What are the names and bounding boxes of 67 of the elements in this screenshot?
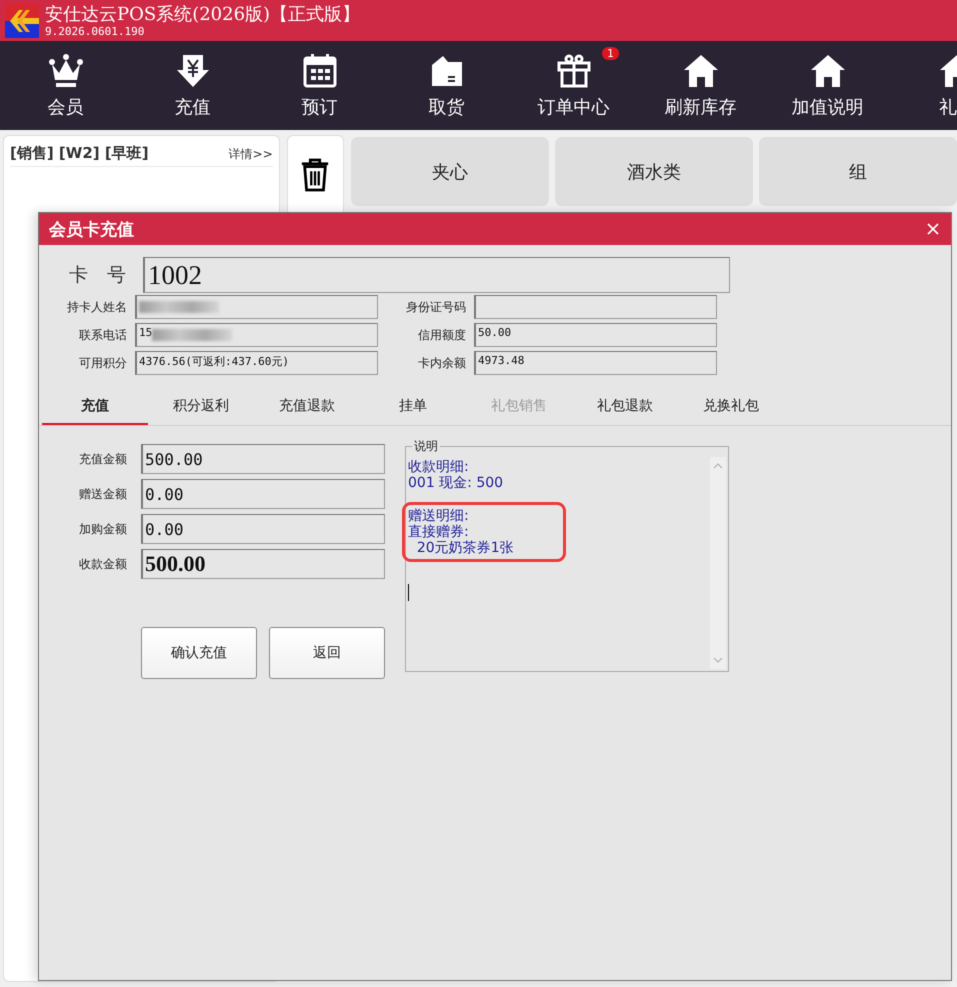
amount-field[interactable]: 0.00 <box>141 514 385 544</box>
close-icon[interactable] <box>927 223 939 235</box>
field-label: 信用额度 <box>417 326 467 344</box>
crown-icon <box>48 52 84 88</box>
gift-icon <box>556 52 592 88</box>
field-label: 联系电话 <box>78 326 128 344</box>
field-label: 卡内余额 <box>417 354 467 372</box>
tab[interactable]: 充值 <box>42 389 148 425</box>
category-button[interactable]: 夹心 <box>351 137 549 206</box>
trash-icon <box>300 158 330 192</box>
input-field[interactable]: 50.00 <box>474 323 717 347</box>
text-cursor <box>408 584 409 601</box>
dialog-title: 会员卡充值 <box>49 218 134 240</box>
logo-icon <box>5 4 39 38</box>
input-field[interactable] <box>135 295 378 319</box>
version-number: 9.2026.0601.190 <box>45 26 146 38</box>
field-label: 可用积分 <box>78 354 128 372</box>
group-box-legend: 说明 <box>412 438 440 455</box>
category-button[interactable]: 酒水类 <box>555 137 753 206</box>
details-link[interactable]: 详情>> <box>228 146 273 163</box>
yen-arrow-icon <box>174 52 210 88</box>
toolbar-button[interactable]: 会员 <box>2 41 129 130</box>
input-field[interactable]: 4376.56(可返利:437.60元) <box>135 351 378 375</box>
tab[interactable]: 礼包退款 <box>572 389 678 425</box>
card-number-field[interactable]: 1002 <box>143 257 730 293</box>
card-number-label: 卡 号 <box>69 263 127 288</box>
note-line: 赠送明细: <box>408 508 470 524</box>
order-header: [销售] [W2] [早班] <box>10 144 149 163</box>
scrollbar[interactable] <box>710 457 726 669</box>
note-line: 直接赠券: <box>408 524 470 540</box>
amount-field[interactable]: 500.00 <box>141 549 385 579</box>
app-title: 安仕达云POS系统(2026版)【正式版】 <box>45 4 360 26</box>
house-icon <box>682 52 718 88</box>
field-label: 充值金额 <box>78 450 128 468</box>
note-line: 收款明细: <box>408 459 470 475</box>
input-field[interactable]: 15 <box>135 323 378 347</box>
note-line: 001 现金: 500 <box>408 475 504 491</box>
input-field[interactable]: 4973.48 <box>474 351 717 375</box>
toolbar-button[interactable]: 充值 <box>129 41 256 130</box>
tab[interactable]: 挂单 <box>360 389 466 425</box>
calendar-icon <box>302 52 338 88</box>
house-icon <box>810 52 846 88</box>
scroll-down-icon[interactable] <box>713 657 723 663</box>
field-label: 赠送金额 <box>78 486 128 502</box>
tab[interactable]: 积分返利 <box>148 389 254 425</box>
category-button[interactable]: 组 <box>759 137 957 206</box>
toolbar-button[interactable]: 预订 <box>256 41 383 130</box>
amount-field[interactable]: 0.00 <box>141 479 385 509</box>
note-line: 20元奶茶券1张 <box>416 540 515 556</box>
amount-field[interactable]: 500.00 <box>141 444 385 474</box>
dialog-button[interactable]: 确认充值 <box>141 627 257 679</box>
toolbar-button[interactable]: 取货 <box>383 41 510 130</box>
toolbar-button[interactable]: 刷新库存 <box>637 41 764 130</box>
field-label: 持卡人姓名 <box>66 298 128 316</box>
toolbar-button[interactable]: 礼 <box>891 41 957 130</box>
field-label: 身份证号码 <box>405 298 467 316</box>
notes-text-area[interactable]: 收款明细: 001 现金: 500 赠送明细: 直接赠券: 20元奶茶券1张 <box>408 457 726 669</box>
field-label: 加购金额 <box>78 520 128 538</box>
dialog-button[interactable]: 返回 <box>269 627 385 679</box>
tab[interactable]: 充值退款 <box>254 389 360 425</box>
scroll-up-icon[interactable] <box>713 463 723 469</box>
input-field[interactable] <box>474 295 717 319</box>
tab[interactable]: 兑换礼包 <box>678 389 784 425</box>
toolbar-button[interactable]: 加值说明 <box>764 41 891 130</box>
field-label: 收款金额 <box>78 556 128 572</box>
toolbar-button[interactable]: 订单中心 1 <box>510 41 637 130</box>
notification-badge: 1 <box>602 47 619 60</box>
